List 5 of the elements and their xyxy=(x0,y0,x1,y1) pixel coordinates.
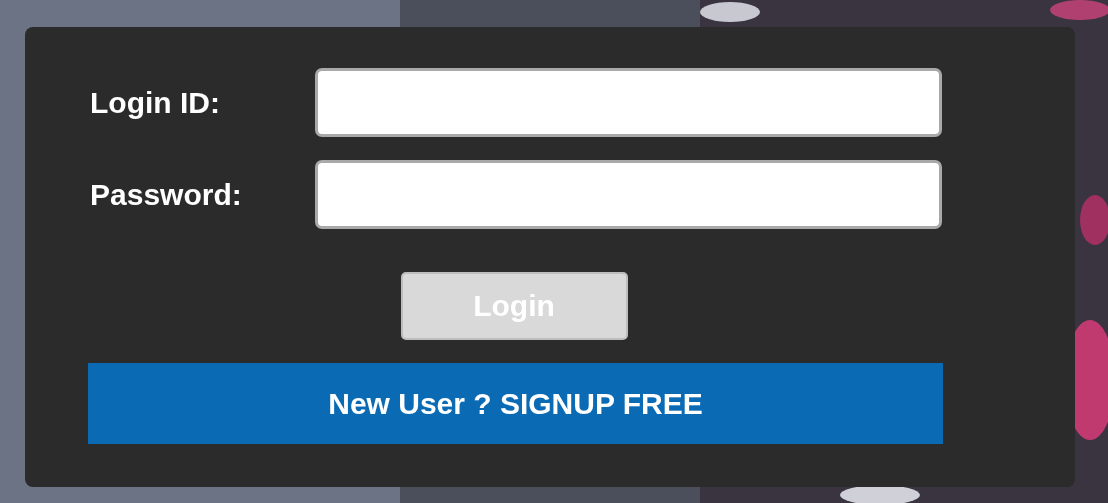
input-field[interactable] xyxy=(315,160,942,229)
input-field[interactable] xyxy=(315,68,942,137)
signup-link[interactable]: New User ? SIGNUP FREE xyxy=(88,363,943,444)
field-label: Login ID: xyxy=(89,85,221,120)
field-label: Password: xyxy=(89,177,243,212)
